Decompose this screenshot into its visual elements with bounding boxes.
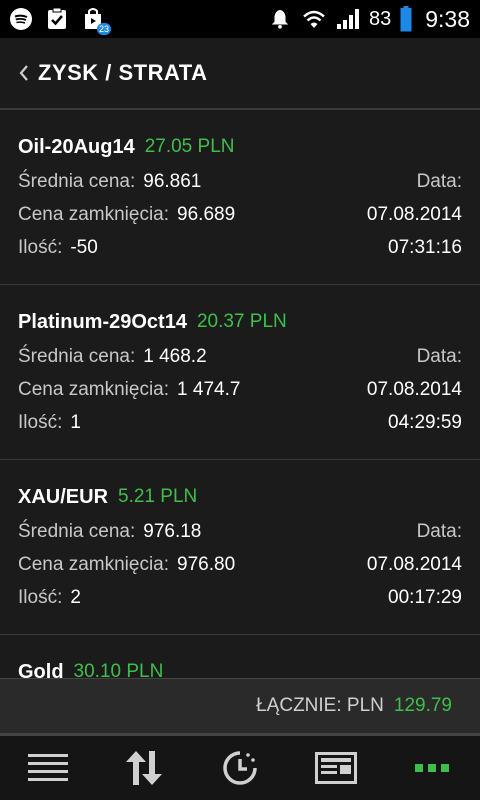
position-pnl: 30.10 PLN	[73, 661, 164, 678]
position-pnl: 20.37 PLN	[196, 311, 287, 332]
quantity-label: Ilość:	[18, 236, 63, 258]
position-pnl: 5.21 PLN	[118, 486, 198, 507]
close-price-label: Cena zamknięcia:	[18, 378, 170, 400]
total-label: ŁĄCZNIE: PLN	[256, 695, 384, 716]
spotify-icon	[8, 6, 34, 32]
quantity-label: Ilość:	[18, 586, 63, 608]
avg-price-value: 96.861	[143, 170, 202, 192]
positions-list[interactable]: Oil-20Aug14 27.05 PLN Średnia cena: 96.8…	[0, 110, 480, 678]
position-item[interactable]: Platinum-29Oct14 20.37 PLN Średnia cena:…	[0, 285, 480, 460]
total-bar: ŁĄCZNIE: PLN 129.79	[0, 678, 480, 733]
date-value: 07.08.2014	[366, 203, 462, 225]
play-store-badge: 23	[96, 23, 111, 35]
avg-price-value: 976.18	[143, 520, 202, 542]
battery-icon	[399, 6, 413, 32]
avg-price-label: Średnia cena:	[18, 520, 136, 542]
menu-icon[interactable]	[18, 738, 78, 798]
close-price-label: Cena zamknięcia:	[18, 203, 170, 225]
news-icon[interactable]	[306, 738, 366, 798]
date-label: Data:	[416, 520, 462, 542]
bottom-navigation	[0, 736, 480, 800]
time-value: 00:17:29	[388, 586, 462, 608]
quantity-label: Ilość:	[18, 411, 63, 433]
date-value: 07.08.2014	[366, 378, 462, 400]
total-value: 129.79	[393, 695, 452, 716]
position-name: XAU/EUR	[18, 485, 109, 508]
avg-price-label: Średnia cena:	[18, 170, 136, 192]
page-title: ZYSK / STRATA	[38, 60, 208, 85]
close-price-label: Cena zamknięcia:	[18, 553, 170, 575]
play-store-icon: 23	[80, 6, 111, 35]
close-price-value: 1 474.7	[177, 378, 241, 400]
signal-icon	[335, 6, 361, 32]
position-item[interactable]: Gold 30.10 PLN	[0, 635, 480, 679]
clipboard-check-icon	[44, 6, 70, 32]
date-value: 07.08.2014	[366, 553, 462, 575]
status-bar: 23 83 9:38	[0, 0, 480, 38]
avg-price-label: Średnia cena:	[18, 345, 136, 367]
title-bar: ZYSK / STRATA	[0, 38, 480, 110]
wifi-icon	[301, 6, 327, 32]
quantity-value: -50	[70, 236, 98, 258]
date-label: Data:	[416, 170, 462, 192]
position-name: Platinum-29Oct14	[18, 310, 187, 333]
close-price-value: 976.80	[177, 553, 236, 575]
quantity-value: 2	[70, 586, 81, 608]
history-icon[interactable]	[210, 738, 270, 798]
date-label: Data:	[416, 345, 462, 367]
clock: 9:38	[425, 5, 470, 32]
position-name: Gold	[18, 660, 64, 679]
more-icon[interactable]	[402, 738, 462, 798]
time-value: 04:29:59	[388, 411, 462, 433]
time-value: 07:31:16	[388, 236, 462, 258]
sort-icon[interactable]	[114, 738, 174, 798]
position-item[interactable]: Oil-20Aug14 27.05 PLN Średnia cena: 96.8…	[0, 110, 480, 285]
position-item[interactable]: XAU/EUR 5.21 PLN Średnia cena: 976.18 Da…	[0, 460, 480, 635]
position-name: Oil-20Aug14	[18, 135, 135, 158]
avg-price-value: 1 468.2	[143, 345, 207, 367]
quantity-value: 1	[70, 411, 81, 433]
position-pnl: 27.05 PLN	[144, 136, 235, 157]
battery-percent: 83	[368, 7, 392, 30]
close-price-value: 96.689	[177, 203, 236, 225]
bell-icon	[267, 6, 293, 32]
back-arrow-icon[interactable]	[12, 61, 36, 85]
